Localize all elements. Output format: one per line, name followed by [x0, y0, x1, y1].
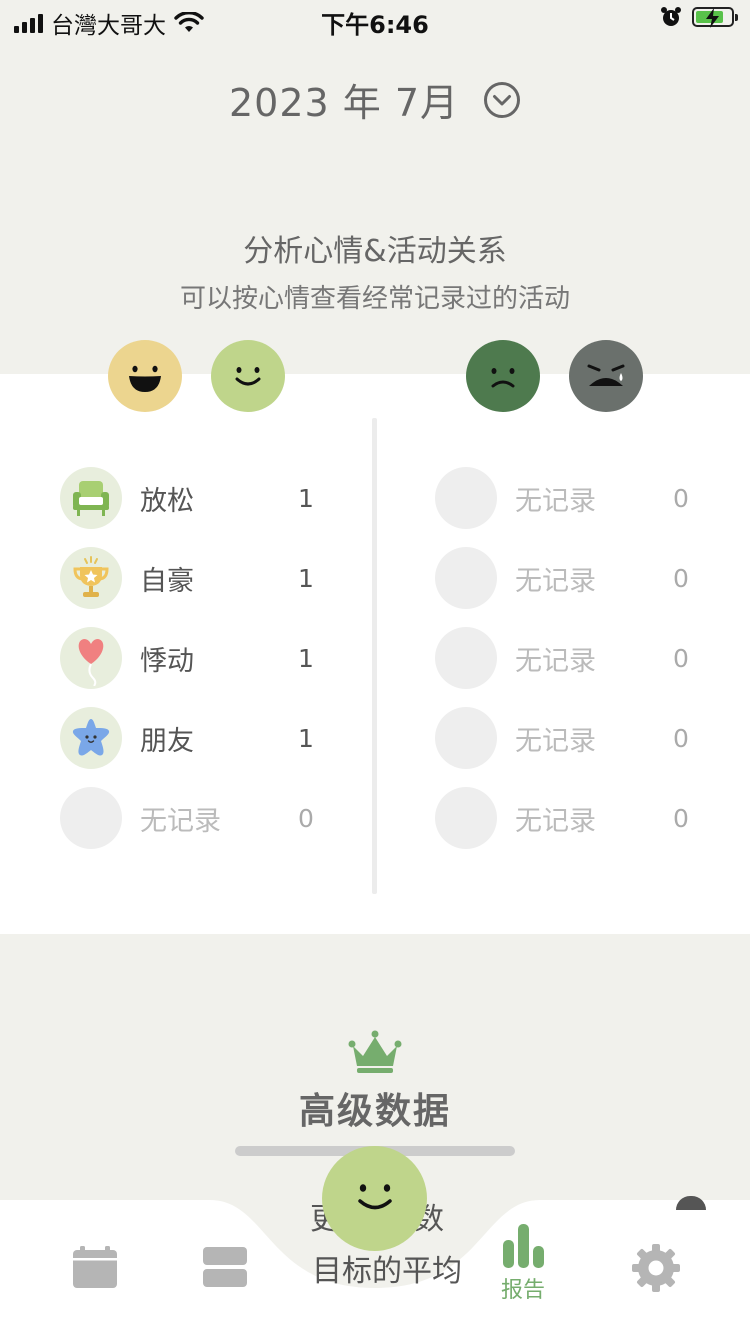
- month-title: 2023 年 7月: [228, 81, 460, 125]
- activity-row-empty: 无记录 0: [435, 706, 715, 770]
- activity-row-empty: 无记录 0: [435, 546, 715, 610]
- activity-count: 1: [298, 483, 314, 513]
- status-time: 下午6:46: [321, 11, 429, 39]
- chevron-down-icon: [484, 81, 521, 118]
- analysis-subtitle: 可以按心情查看经常记录过的活动: [179, 284, 570, 314]
- activity-count: 1: [298, 723, 314, 753]
- tab-calendar[interactable]: [72, 1244, 118, 1290]
- activity-label: 无记录: [515, 725, 596, 757]
- premium-title: 高级数据: [298, 1091, 451, 1132]
- sad-mood-icon[interactable]: [466, 340, 540, 412]
- status-bar: 台灣大哥大 下午6:46: [0, 0, 750, 40]
- activity-label: 无记录: [515, 805, 596, 837]
- heart-balloon-icon: [60, 627, 122, 689]
- tab-timeline[interactable]: [202, 1246, 248, 1288]
- bar-chart-icon: [503, 1224, 544, 1268]
- activity-label: 朋友: [140, 725, 194, 757]
- activity-row-friends[interactable]: 朋友 1: [60, 706, 340, 770]
- gear-icon: [632, 1244, 680, 1292]
- star-icon: [60, 707, 122, 769]
- help-icon[interactable]: [676, 1196, 706, 1210]
- analysis-title: 分析心情&活动关系: [243, 234, 507, 269]
- sofa-icon: [60, 467, 122, 529]
- empty-icon: [435, 627, 497, 689]
- activity-label: 放松: [140, 485, 194, 517]
- battery-icon: [692, 7, 738, 28]
- alarm-icon: [661, 7, 681, 26]
- activity-row-empty: 无记录 0: [435, 626, 715, 690]
- trophy-icon: [60, 547, 122, 609]
- activity-label: 自豪: [140, 565, 194, 597]
- empty-icon: [435, 787, 497, 849]
- calendar-icon: [73, 1246, 117, 1288]
- list-icon: [203, 1247, 247, 1287]
- empty-icon: [435, 547, 497, 609]
- activity-count: 1: [298, 563, 314, 593]
- activity-label: 悸动: [140, 645, 194, 677]
- activity-count: 0: [673, 723, 689, 753]
- activity-label: 无记录: [140, 805, 221, 837]
- activity-label: 无记录: [515, 485, 596, 517]
- activity-row-empty: 无记录 0: [435, 466, 715, 530]
- premium-peek-text: 目标的平均: [312, 1254, 462, 1289]
- empty-icon: [435, 707, 497, 769]
- activity-label: 无记录: [515, 645, 596, 677]
- very-sad-mood-icon[interactable]: [569, 340, 643, 412]
- activity-count: 0: [673, 563, 689, 593]
- column-divider: [372, 418, 377, 894]
- activity-row-empty: 无记录 0: [60, 786, 340, 850]
- happy-mood-icon[interactable]: [211, 340, 285, 412]
- month-selector[interactable]: 2023 年 7月: [229, 72, 521, 127]
- activity-label: 无记录: [515, 565, 596, 597]
- smiley-icon: [357, 1183, 392, 1209]
- activity-count: 1: [298, 643, 314, 673]
- activity-count: 0: [673, 803, 689, 833]
- add-entry-button[interactable]: [322, 1146, 427, 1251]
- tab-settings[interactable]: [630, 1242, 682, 1294]
- activity-row-thrill[interactable]: 悸动 1: [60, 626, 340, 690]
- tab-report[interactable]: 报告: [500, 1222, 546, 1304]
- very-happy-mood-icon[interactable]: [108, 340, 182, 412]
- activity-row-proud[interactable]: 自豪 1: [60, 546, 340, 610]
- activity-count: 0: [673, 483, 689, 513]
- activity-row-relax[interactable]: 放松 1: [60, 466, 340, 530]
- tab-report-label: 报告: [500, 1278, 545, 1303]
- activity-count: 0: [673, 643, 689, 673]
- activity-count: 0: [298, 803, 314, 833]
- empty-icon: [435, 467, 497, 529]
- crown-icon: [348, 1030, 402, 1073]
- empty-icon: [60, 787, 122, 849]
- activity-row-empty: 无记录 0: [435, 786, 715, 850]
